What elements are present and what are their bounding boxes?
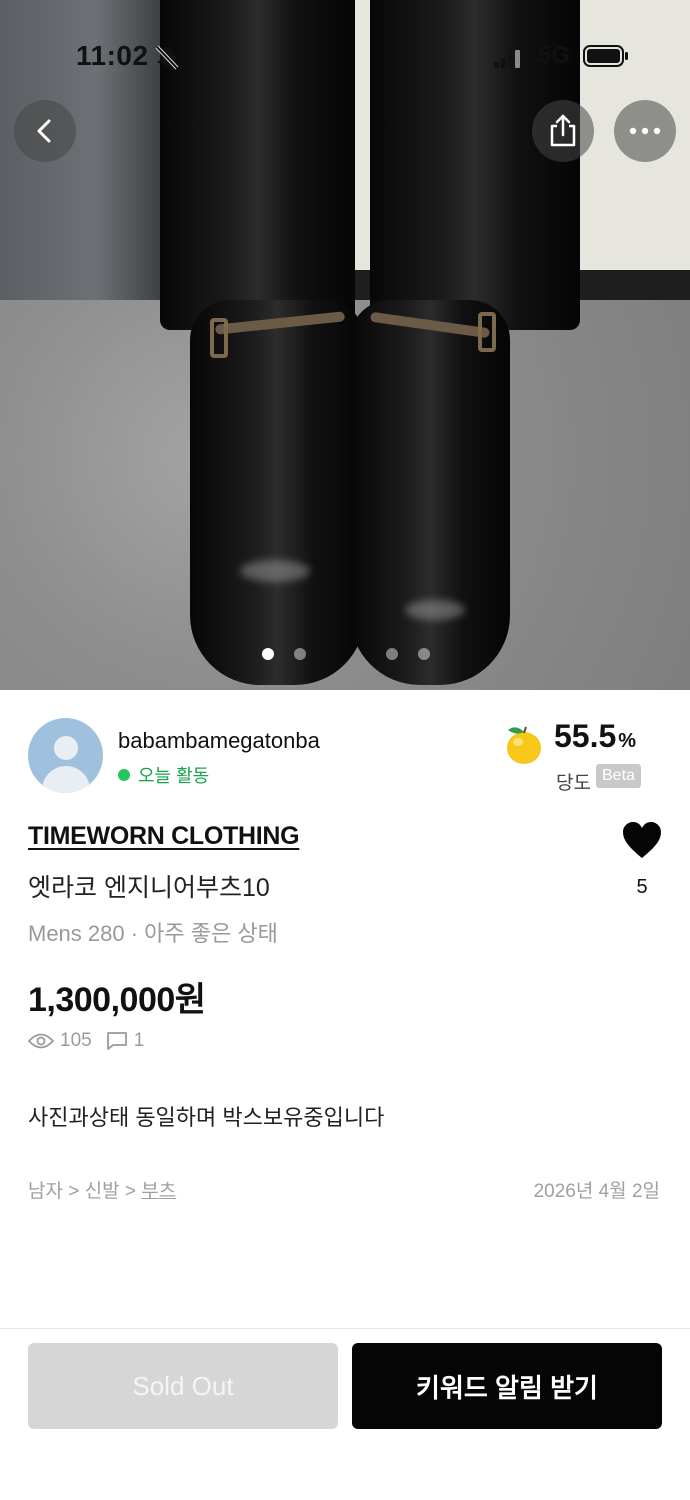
avatar[interactable] bbox=[28, 718, 103, 793]
photo-pagination bbox=[0, 648, 690, 662]
active-status-dot bbox=[118, 769, 130, 781]
breadcrumb-item[interactable]: 남자 bbox=[28, 1181, 63, 1202]
sweetness-number: 55.5 bbox=[554, 718, 617, 754]
heart-icon[interactable] bbox=[620, 818, 664, 862]
more-options-button[interactable] bbox=[614, 100, 676, 162]
share-button[interactable] bbox=[532, 100, 594, 162]
share-icon bbox=[550, 114, 576, 147]
left-boot-buckle bbox=[210, 318, 228, 358]
bottom-action-bar: Sold Out 키워드 알림 받기 bbox=[0, 1328, 690, 1500]
comment-count: 1 bbox=[133, 1030, 145, 1051]
silent-bell-icon bbox=[155, 45, 179, 70]
product-price: 1,300,000원 bbox=[28, 981, 206, 1019]
pagination-dot bbox=[418, 648, 430, 660]
product-description: 사진과상태 동일하며 박스보유중입니다 bbox=[28, 1105, 385, 1130]
pagination-dot bbox=[294, 648, 306, 660]
seller-activity: 오늘 활동 bbox=[118, 762, 209, 788]
product-size-condition: Mens 280 · 아주 좋은 상태 bbox=[28, 921, 278, 946]
product-detail-page: 11:02 5G babambamegatonba 오늘 활동 55.5 % 당… bbox=[0, 0, 690, 1500]
sweetness-label: 당도 bbox=[556, 773, 591, 794]
breadcrumb-item[interactable]: 신발 bbox=[85, 1181, 120, 1202]
status-time: 11:02 bbox=[76, 40, 149, 71]
seller-row[interactable]: babambamegatonba 오늘 활동 55.5% 당도 Beta bbox=[0, 690, 690, 810]
comment-icon bbox=[106, 1032, 127, 1050]
breadcrumb-separator: > bbox=[68, 1181, 85, 1202]
pagination-dot-active bbox=[262, 648, 274, 660]
product-title: 엣라코 엔지니어부츠10 bbox=[28, 874, 270, 902]
apple-icon bbox=[507, 726, 541, 764]
boot-shine bbox=[405, 600, 465, 620]
category-breadcrumb: 남자 > 신발 > 부츠 bbox=[28, 1176, 176, 1203]
seller-activity-label: 오늘 활동 bbox=[138, 766, 210, 786]
product-stats: 105 1 bbox=[28, 1030, 144, 1052]
sweetness-value: 55.5% bbox=[554, 718, 636, 755]
avatar-body-shape bbox=[42, 766, 90, 793]
breadcrumb-separator: > bbox=[124, 1181, 142, 1202]
right-boot-foot bbox=[350, 300, 510, 685]
battery-icon bbox=[583, 45, 628, 67]
back-button[interactable] bbox=[14, 100, 76, 162]
beta-badge: Beta bbox=[596, 764, 641, 788]
view-count: 105 bbox=[60, 1030, 92, 1051]
sweetness-unit: % bbox=[618, 730, 637, 752]
brand-link[interactable]: TIMEWORN CLOTHING bbox=[28, 822, 300, 851]
avatar-head-shape bbox=[54, 736, 78, 760]
status-bar: 11:02 5G bbox=[0, 0, 690, 110]
pagination-dot bbox=[386, 648, 398, 660]
cellular-signal-icon bbox=[494, 50, 520, 68]
right-boot-buckle bbox=[478, 312, 496, 352]
keyword-alert-button[interactable]: 키워드 알림 받기 bbox=[352, 1343, 662, 1429]
sweetness-score[interactable]: 55.5% 당도 Beta bbox=[502, 718, 662, 798]
network-type: 5G bbox=[538, 42, 571, 69]
boot-shine bbox=[240, 560, 310, 582]
sold-out-button: Sold Out bbox=[28, 1343, 338, 1429]
eye-icon bbox=[28, 1033, 54, 1049]
seller-name[interactable]: babambamegatonba bbox=[118, 728, 320, 754]
breadcrumb-item-current[interactable]: 부츠 bbox=[141, 1181, 176, 1202]
like-count: 5 bbox=[636, 876, 648, 898]
posted-date: 2026년 4월 2일 bbox=[533, 1181, 660, 1202]
chevron-left-icon bbox=[37, 119, 51, 143]
more-dots-icon bbox=[629, 127, 661, 135]
